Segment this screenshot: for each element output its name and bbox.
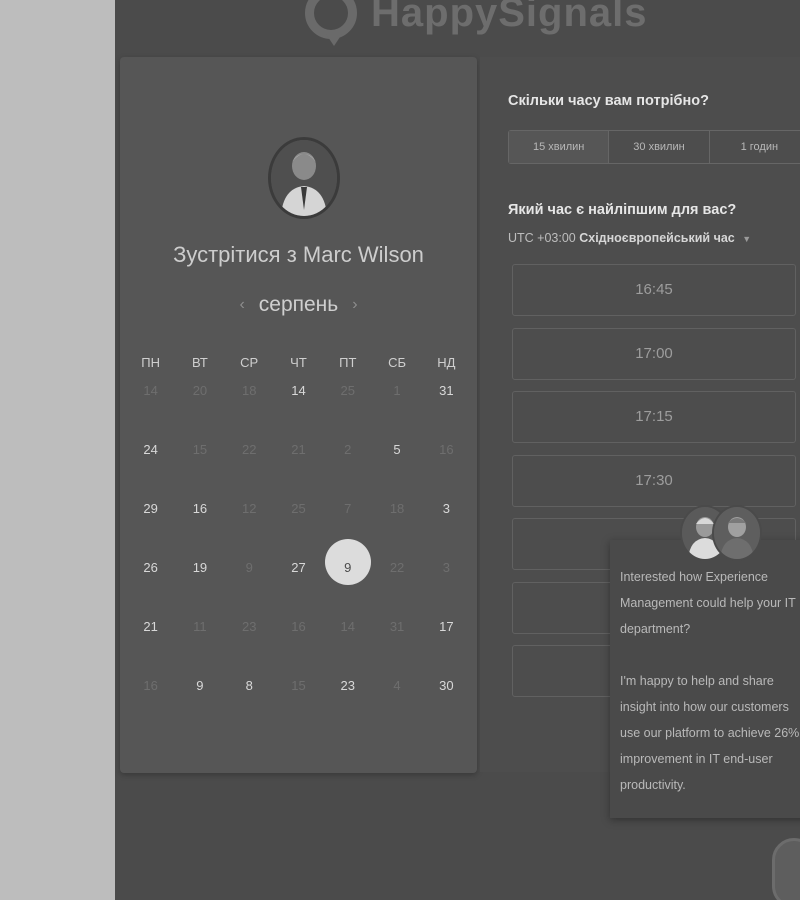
weekday-label: ЧТ: [290, 355, 307, 370]
chat-message: Interested how Experience Management cou…: [620, 564, 800, 798]
calendar-day: 14: [340, 619, 355, 634]
weekday-label: СР: [240, 355, 259, 370]
chat-message-2: I'm happy to help and share insight into…: [620, 674, 800, 792]
calendar-day: 20: [192, 383, 208, 398]
month-navigation: ‹ серпень ›: [120, 293, 477, 317]
calendar-day-selected[interactable]: 9: [323, 539, 372, 585]
chat-agent-avatar: [712, 505, 762, 561]
calendar-day: 3: [442, 560, 450, 575]
calendar-day[interactable]: 9: [175, 672, 224, 700]
weekday-label: ПН: [141, 355, 160, 370]
calendar-day: 16: [291, 619, 306, 634]
calendar-day[interactable]: 14: [274, 377, 323, 405]
brand-name: HappySignals: [371, 0, 648, 35]
calendar-day[interactable]: 17: [422, 613, 471, 641]
calendar-day: 15: [291, 678, 306, 693]
meeting-title-prefix: Зустрітися з: [173, 242, 297, 267]
time-question: Який час є найліпшим для вас?: [508, 202, 737, 218]
booking-page: HappySignals Зустрітися з Marc Wilson ‹ …: [115, 0, 800, 900]
calendar-day: 18: [241, 383, 257, 398]
chat-message-1: Interested how Experience Management cou…: [620, 570, 796, 636]
calendar-day[interactable]: 31: [422, 377, 471, 405]
calendar-day[interactable]: 5: [372, 436, 421, 464]
calendar-week-row: 21 11 23 16 14 31 17: [120, 613, 477, 641]
calendar-day: 18: [389, 501, 405, 516]
calendar-day[interactable]: 21: [126, 613, 175, 641]
weekday-label: НД: [437, 355, 456, 370]
weekday-label: СБ: [388, 355, 406, 370]
calendar-week-row: 26 19 9 27 9 22 3: [120, 539, 477, 585]
calendar-day: 1: [393, 383, 401, 398]
time-slot-button[interactable]: 17:15: [512, 391, 796, 443]
time-slot-button[interactable]: 17:00: [512, 327, 796, 380]
calendar-day[interactable]: 29: [126, 495, 175, 523]
weekday-label: ВТ: [192, 355, 208, 370]
calendar-day: 22: [389, 560, 405, 575]
timezone-selector[interactable]: UTC +03:00 Східноєвропейський час ▼: [508, 231, 751, 245]
duration-option-15[interactable]: 15 хвилин: [509, 131, 610, 163]
calendar-day: 16: [439, 442, 454, 457]
calendar-day[interactable]: 19: [175, 554, 224, 582]
calendar-day: 23: [241, 619, 257, 634]
calendar-day: 15: [192, 442, 208, 457]
calendar-day: 7: [344, 501, 352, 516]
chat-avatars: [680, 505, 762, 561]
host-name: Marc Wilson: [302, 242, 424, 267]
calendar-day: 16: [143, 678, 158, 693]
calendar-day: 4: [393, 678, 401, 693]
calendar-day: 2: [344, 442, 352, 457]
calendar-week-row: 14 20 18 14 25 1 31: [120, 377, 477, 405]
chat-popup[interactable]: Interested how Experience Management cou…: [610, 540, 800, 818]
calendar-day: 25: [291, 501, 306, 516]
brand-logo[interactable]: HappySignals: [305, 0, 648, 46]
host-avatar: [268, 137, 340, 219]
calendar-day-number: 9: [344, 560, 352, 575]
duration-question: Скільки часу вам потрібно?: [508, 93, 709, 109]
calendar-day[interactable]: 23: [323, 672, 372, 700]
calendar-day[interactable]: 26: [126, 554, 175, 582]
calendar-week-row: 24 15 22 21 2 5 16: [120, 436, 477, 464]
meeting-title: Зустрітися з Marc Wilson: [120, 242, 477, 268]
calendar-week-row: 16 9 8 15 23 4 30: [120, 672, 477, 700]
calendar-week-row: 29 16 12 25 7 18 3: [120, 495, 477, 523]
calendar-day[interactable]: 16: [175, 495, 224, 523]
timezone-name: Східноєвропейський час: [579, 231, 735, 245]
calendar-day[interactable]: 24: [126, 436, 175, 464]
person-icon: [271, 140, 337, 216]
weekday-header: ПН ВТ СР ЧТ ПТ СБ НД: [120, 355, 477, 370]
duration-option-60[interactable]: 1 годин: [710, 131, 800, 163]
duration-option-30[interactable]: 30 хвилин: [609, 131, 710, 163]
calendar-day: 22: [241, 442, 257, 457]
logo-speech-icon: [305, 0, 357, 46]
calendar-day[interactable]: 3: [422, 495, 471, 523]
calendar-day: 9: [245, 560, 253, 575]
calendar-day: 31: [389, 619, 405, 634]
calendar-day[interactable]: 8: [225, 672, 274, 700]
duration-selector: 15 хвилин 30 хвилин 1 годин: [508, 130, 800, 164]
time-slot-button[interactable]: 16:45: [512, 264, 796, 316]
person-icon: [714, 507, 760, 559]
time-slot-button[interactable]: 17:30: [512, 454, 796, 507]
calendar-day: 11: [193, 619, 207, 634]
chevron-left-icon[interactable]: ‹: [239, 296, 244, 314]
chevron-right-icon[interactable]: ›: [352, 296, 357, 314]
current-month: серпень: [258, 293, 339, 316]
calendar-day: 12: [241, 501, 257, 516]
calendar-day: 21: [291, 442, 306, 457]
calendar-panel: Зустрітися з Marc Wilson ‹ серпень › ПН …: [120, 57, 477, 773]
calendar-day[interactable]: 27: [274, 554, 323, 582]
calendar-day[interactable]: 30: [422, 672, 471, 700]
calendar-day: 25: [340, 383, 355, 398]
weekday-label: ПТ: [339, 355, 357, 370]
chat-launcher-icon[interactable]: [772, 838, 800, 900]
calendar-day: 14: [143, 383, 158, 398]
caret-down-icon: ▼: [742, 234, 752, 244]
timezone-offset: UTC +03:00: [508, 231, 576, 245]
